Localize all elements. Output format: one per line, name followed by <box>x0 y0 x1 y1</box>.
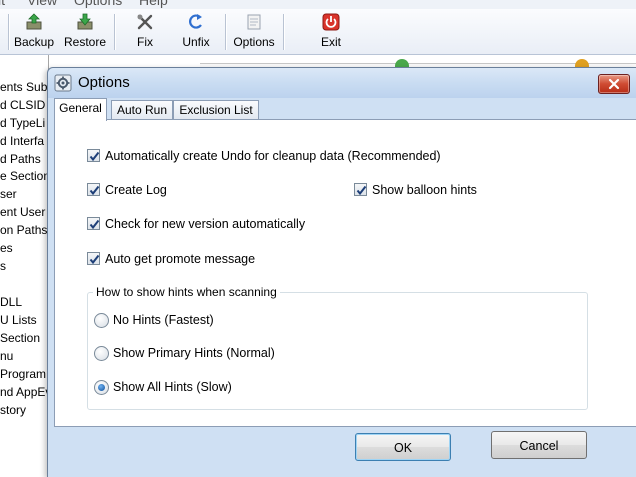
checkmark-icon <box>89 254 100 265</box>
tree-item[interactable]: d TypeLi <box>0 116 45 130</box>
close-icon <box>608 78 620 90</box>
primary-hints-label: Show Primary Hints (Normal) <box>113 346 275 360</box>
cancel-button[interactable]: Cancel <box>491 431 587 459</box>
tab-general[interactable]: General <box>54 98 107 121</box>
options-button[interactable]: Options <box>230 11 278 51</box>
main-toolbar: Backup Restore Fix Unfix Options Exit <box>0 9 636 55</box>
tab-exclusion-list[interactable]: Exclusion List <box>173 100 259 120</box>
menu-edit[interactable]: it <box>0 0 5 8</box>
checkmark-icon <box>89 219 100 230</box>
fix-button[interactable]: Fix <box>126 11 164 51</box>
checkmark-icon <box>356 185 367 196</box>
check-version-label: Check for new version automatically <box>105 217 306 231</box>
tree-item[interactable]: ent User <box>0 205 45 219</box>
create-log-checkbox[interactable] <box>87 183 100 196</box>
tree-item[interactable]: d Paths <box>0 152 41 166</box>
auto-undo-checkbox[interactable] <box>87 149 100 162</box>
backup-label: Backup <box>13 35 55 49</box>
tree-item[interactable]: d Interfa <box>0 134 44 148</box>
create-log-label: Create Log <box>105 183 167 197</box>
dialog-titlebar[interactable]: Options <box>48 68 636 98</box>
toolbar-separator <box>114 14 115 50</box>
menu-options[interactable]: Options <box>74 0 122 8</box>
tree-item[interactable]: U Lists <box>0 313 37 327</box>
balloon-hints-checkbox[interactable] <box>354 183 367 196</box>
tree-item[interactable]: nd AppEv <box>0 385 48 399</box>
options-dialog: Options General Auto Run Exclusion List … <box>47 67 636 477</box>
options-label: Options <box>233 35 275 49</box>
exit-icon <box>322 13 340 31</box>
tree-item[interactable]: Section <box>0 331 40 345</box>
options-icon <box>247 14 261 30</box>
tree-item[interactable]: nu <box>0 349 13 363</box>
hints-group: How to show hints when scanning No Hints… <box>87 285 588 410</box>
tree-item[interactable]: story <box>0 403 26 417</box>
promote-message-label: Auto get promote message <box>105 252 256 266</box>
fix-label: Fix <box>137 35 153 49</box>
unfix-button[interactable]: Unfix <box>176 11 216 51</box>
menu-bar: it View Options Help <box>0 0 636 9</box>
general-panel: Automatically create Undo for cleanup da… <box>54 119 636 427</box>
restore-button[interactable]: Restore <box>60 11 110 51</box>
exit-label: Exit <box>320 35 341 49</box>
tree-item[interactable]: Program <box>0 367 46 381</box>
no-hints-radio[interactable] <box>94 313 109 328</box>
tab-auto-run[interactable]: Auto Run <box>111 100 173 120</box>
close-button[interactable] <box>598 74 630 94</box>
no-hints-label: No Hints (Fastest) <box>113 313 214 327</box>
tree-item[interactable]: ser <box>0 187 17 201</box>
menu-help[interactable]: Help <box>139 0 168 8</box>
auto-undo-label: Automatically create Undo for cleanup da… <box>105 149 441 163</box>
tree-item[interactable]: e Section <box>0 169 48 183</box>
tree-item[interactable]: on Paths <box>0 223 47 237</box>
backup-icon <box>26 13 42 30</box>
balloon-hints-label: Show balloon hints <box>372 183 477 197</box>
all-hints-label: Show All Hints (Slow) <box>113 380 232 394</box>
toolbar-separator <box>283 14 284 50</box>
backup-button[interactable]: Backup <box>12 11 56 51</box>
all-hints-radio[interactable] <box>94 380 109 395</box>
tree-item[interactable]: s <box>0 259 6 273</box>
promote-message-checkbox[interactable] <box>87 252 100 265</box>
unfix-label: Unfix <box>182 35 210 49</box>
exit-button[interactable]: Exit <box>312 11 350 51</box>
fix-icon <box>137 14 153 30</box>
primary-hints-radio[interactable] <box>94 346 109 361</box>
check-version-checkbox[interactable] <box>87 217 100 230</box>
tree-item[interactable]: DLL <box>0 295 22 309</box>
toolbar-separator <box>225 14 226 50</box>
checkmark-icon <box>89 151 100 162</box>
restore-icon <box>77 13 93 30</box>
restore-label: Restore <box>63 35 107 49</box>
unfix-icon <box>189 14 202 29</box>
ok-button[interactable]: OK <box>355 433 451 461</box>
app-gear-icon <box>54 74 72 92</box>
hints-group-title: How to show hints when scanning <box>93 285 280 299</box>
dialog-title: Options <box>78 74 130 91</box>
category-tree[interactable]: ents Sub d CLSID d TypeLi d Interfa d Pa… <box>0 55 49 476</box>
toolbar-separator <box>8 14 9 50</box>
checkmark-icon <box>89 185 100 196</box>
tree-item[interactable]: ents Sub <box>0 80 47 94</box>
tree-item[interactable]: d CLSID <box>0 98 45 112</box>
menu-view[interactable]: View <box>27 0 57 8</box>
tree-item[interactable]: es <box>0 241 13 255</box>
